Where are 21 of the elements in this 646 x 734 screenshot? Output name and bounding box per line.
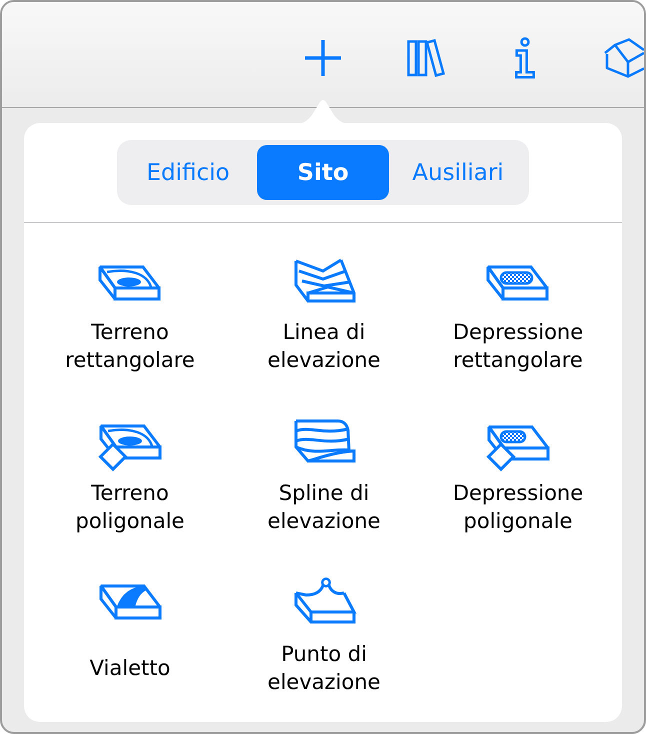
block-path-icon bbox=[99, 584, 162, 620]
tool-item[interactable]: Depressione rettangolare bbox=[433, 254, 603, 374]
plus-icon[interactable] bbox=[305, 40, 341, 76]
tool-item[interactable]: Depressione poligonale bbox=[433, 415, 603, 535]
tool-item[interactable]: Terreno poligonale bbox=[45, 415, 215, 535]
wavy-block-icon bbox=[294, 419, 356, 463]
terrain-block-diamond-icon bbox=[99, 424, 162, 471]
block-recess-diamond-icon bbox=[487, 425, 550, 471]
terrain-block-icon bbox=[98, 265, 162, 302]
tool-item[interactable]: Linea di elevazione bbox=[239, 254, 409, 374]
tool-item[interactable]: Terreno rettangolare bbox=[45, 254, 215, 374]
block-recess-icon bbox=[486, 265, 550, 302]
segment-tab[interactable]: Sito bbox=[257, 145, 389, 200]
tool-item[interactable]: Vialetto bbox=[45, 576, 215, 696]
layered-block-icon bbox=[294, 258, 356, 303]
tool-item[interactable]: Punto di elevazione bbox=[239, 576, 409, 696]
tool-item[interactable]: Spline di elevazione bbox=[239, 415, 409, 535]
books-icon[interactable] bbox=[407, 38, 445, 76]
info-icon[interactable] bbox=[515, 36, 535, 78]
block-peak-icon bbox=[294, 577, 356, 624]
house-icon[interactable] bbox=[603, 38, 644, 78]
